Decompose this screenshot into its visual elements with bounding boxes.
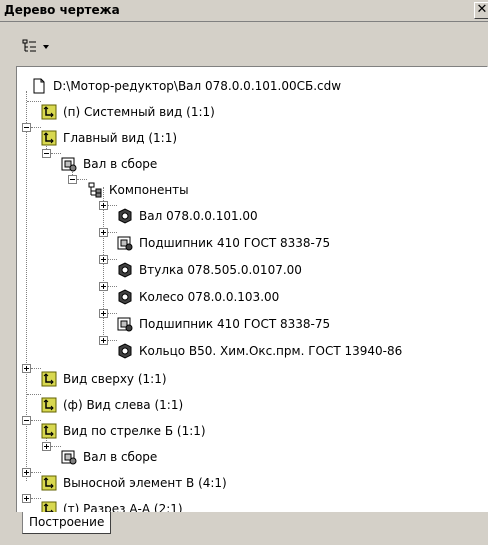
close-button[interactable]: ✕ (474, 2, 488, 19)
expand-toggle[interactable] (22, 364, 31, 373)
view-icon (41, 371, 57, 387)
expand-toggle[interactable] (99, 255, 108, 264)
tree-item-label: (т) Разрез А-А (2:1) (63, 502, 183, 512)
expand-toggle[interactable] (99, 336, 108, 345)
window-title: Дерево чертежа (4, 3, 120, 17)
tree-item-label: Вид по стрелке Б (1:1) (63, 424, 206, 438)
tree-item-label: Компоненты (109, 183, 189, 197)
tree-item-label: Втулка 078.505.0.0107.00 (139, 263, 302, 277)
tree-item-label: Вал в сборе (83, 157, 158, 171)
tree-item-label: Вид сверху (1:1) (63, 372, 167, 386)
assembly-icon (61, 450, 77, 465)
tree-item-label: Выносной элемент В (4:1) (63, 476, 227, 490)
tree-view-button[interactable] (22, 38, 52, 56)
drawing-tree-window: Дерево чертежа ✕ D:\Мотор-редуктор\Вал 0… (0, 0, 488, 545)
title-bar[interactable]: Дерево чертежа ✕ (0, 0, 488, 22)
view-icon (41, 475, 57, 491)
expand-toggle[interactable] (22, 468, 31, 477)
assembly-icon (61, 157, 77, 172)
part-icon (118, 343, 132, 359)
tree-item-assembly[interactable]: Вал в сборе (61, 448, 261, 466)
expand-toggle[interactable] (42, 442, 51, 451)
view-icon (41, 423, 57, 439)
tree-item-arrow-view[interactable]: Вид по стрелке Б (1:1) (41, 422, 261, 440)
collapse-toggle[interactable] (22, 123, 31, 132)
expand-toggle[interactable] (22, 494, 31, 503)
tree-item-label: D:\Мотор-редуктор\Вал 078.0.0.101.00СБ.c… (53, 79, 342, 93)
tab-bar: Построение (0, 512, 488, 545)
components-icon (88, 182, 102, 198)
part-icon (118, 289, 132, 305)
tree-item-label: Вал в сборе (83, 450, 158, 464)
tree-item-component[interactable]: Колесо 078.0.0.103.00 (117, 288, 417, 306)
tree-item-left-view[interactable]: (ф) Вид слева (1:1) (41, 396, 241, 414)
tree-item-label: Подшипник 410 ГОСТ 8338-75 (139, 317, 331, 331)
collapse-toggle[interactable] (42, 149, 51, 158)
standard-part-icon (117, 317, 133, 332)
tree-item-component[interactable]: Вал 078.0.0.101.00 (117, 207, 417, 225)
view-icon (41, 104, 57, 120)
tree-item-section-view[interactable]: (т) Разрез А-А (2:1) (41, 500, 261, 512)
collapse-toggle[interactable] (22, 416, 31, 425)
tree-item-label: Вал 078.0.0.101.00 (139, 209, 258, 223)
tree-item-label: Кольцо B50. Хим.Окс.прм. ГОСТ 13940-86 (139, 344, 403, 358)
tree-item-component[interactable]: Подшипник 410 ГОСТ 8338-75 (117, 234, 417, 252)
tree-item-label: Подшипник 410 ГОСТ 8338-75 (139, 236, 331, 250)
view-icon (41, 501, 57, 512)
part-icon (118, 262, 132, 278)
tree-item-system-view[interactable]: (п) Системный вид (1:1) (41, 103, 241, 121)
tree-item-components[interactable]: Компоненты (87, 181, 287, 199)
tree-item-label: (п) Системный вид (1:1) (63, 105, 215, 119)
tree-item-main-view[interactable]: Главный вид (1:1) (41, 129, 241, 147)
expand-toggle[interactable] (99, 228, 108, 237)
tree-item-label: (ф) Вид слева (1:1) (63, 398, 184, 412)
document-icon (33, 78, 45, 94)
tree-item-label: Главный вид (1:1) (63, 131, 178, 145)
expand-toggle[interactable] (99, 282, 108, 291)
tree-item-document[interactable]: D:\Мотор-редуктор\Вал 078.0.0.101.00СБ.c… (31, 77, 391, 95)
tree-item-component[interactable]: Кольцо B50. Хим.Окс.прм. ГОСТ 13940-86 (117, 342, 457, 360)
chevron-down-icon[interactable] (42, 43, 50, 51)
collapse-toggle[interactable] (68, 175, 77, 184)
expand-toggle[interactable] (99, 309, 108, 318)
tree-item-detail-view[interactable]: Выносной элемент В (4:1) (41, 474, 261, 492)
toolbar (0, 22, 488, 66)
drawing-tree: D:\Мотор-редуктор\Вал 078.0.0.101.00СБ.c… (16, 66, 488, 512)
expand-toggle[interactable] (99, 201, 108, 210)
part-icon (118, 208, 132, 224)
view-icon (41, 130, 57, 146)
close-icon: ✕ (476, 2, 488, 17)
tree-item-label: Колесо 078.0.0.103.00 (139, 290, 280, 304)
view-icon (41, 397, 57, 413)
tab-construction[interactable]: Построение (22, 512, 112, 534)
tree-item-component[interactable]: Втулка 078.505.0.0107.00 (117, 261, 417, 279)
tree-view-icon (22, 39, 36, 52)
standard-part-icon (117, 236, 133, 251)
tree-item-top-view[interactable]: Вид сверху (1:1) (41, 370, 241, 388)
tree-item-component[interactable]: Подшипник 410 ГОСТ 8338-75 (117, 315, 417, 333)
tree-item-assembly[interactable]: Вал в сборе (61, 155, 261, 173)
